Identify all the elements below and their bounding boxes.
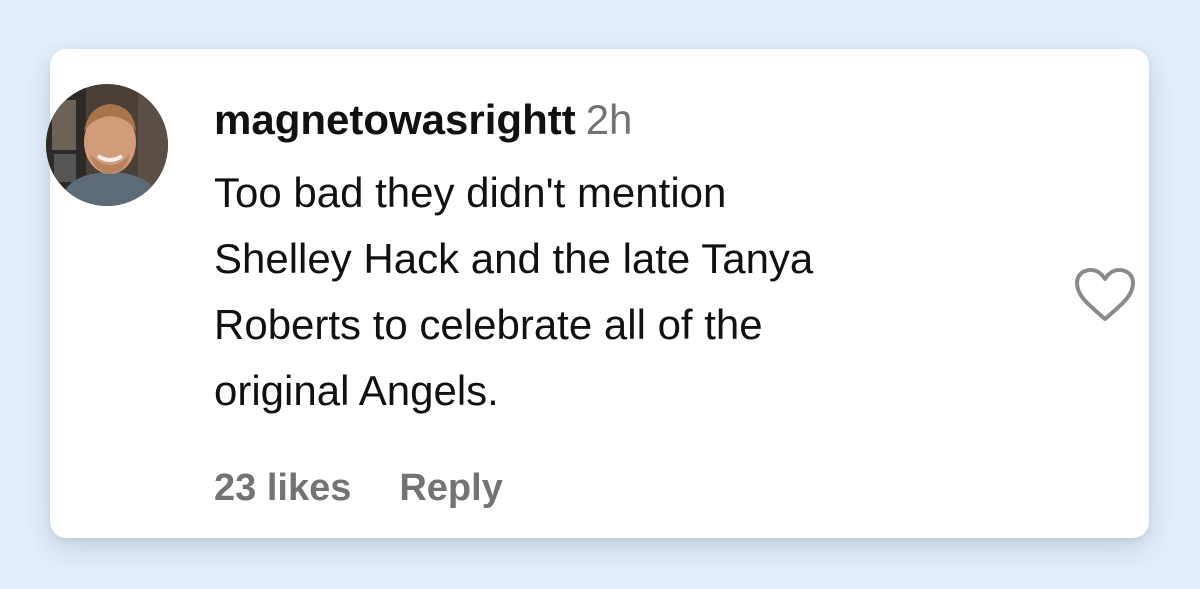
comment-line: Too bad they didn't mention — [214, 169, 727, 216]
like-button[interactable] — [1072, 266, 1138, 324]
comment-line: original Angels. — [214, 367, 499, 414]
comment-line: Roberts to celebrate all of the — [214, 301, 763, 348]
likes-count[interactable]: 23 likes — [214, 467, 351, 509]
comment-footer: 23 likes Reply — [214, 462, 503, 514]
avatar-image — [46, 84, 168, 206]
comment-text: Too bad they didn't mention Shelley Hack… — [214, 160, 1014, 424]
heart-icon — [1075, 268, 1135, 321]
comment-content: magnetowasrightt 2h Too bad they didn't m… — [214, 94, 1034, 424]
username-link[interactable]: magnetowasrightt — [214, 96, 576, 143]
comment-time: 2h — [585, 96, 633, 143]
reply-button[interactable]: Reply — [399, 467, 502, 509]
comment-line: Shelley Hack and the late Tanya — [214, 235, 814, 282]
comment-header: magnetowasrightt 2h — [214, 94, 1034, 146]
avatar[interactable] — [46, 84, 168, 206]
